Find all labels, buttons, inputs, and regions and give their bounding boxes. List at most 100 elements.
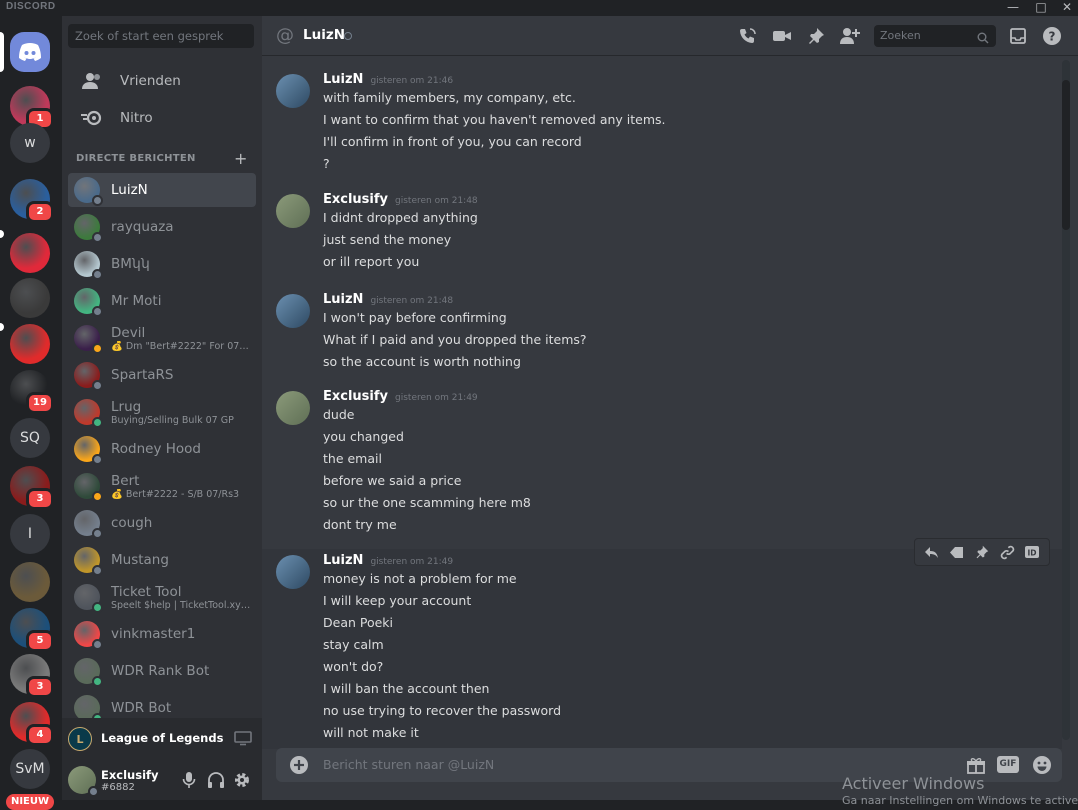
message-avatar[interactable] [276, 294, 310, 328]
server-icon[interactable]: 19 [10, 370, 54, 414]
inbox-icon[interactable] [1008, 26, 1028, 46]
dm-item[interactable]: SpartaRS [68, 358, 256, 392]
stream-icon[interactable] [234, 730, 252, 750]
dm-name: SpartaRS [111, 367, 174, 383]
dm-item[interactable]: Ticket Tool Speelt $help | TicketTool.xyz… [68, 580, 256, 614]
headphones-icon[interactable] [207, 771, 225, 793]
home-button[interactable] [10, 32, 50, 72]
chat-recipient: LuizN [303, 27, 345, 43]
message-avatar[interactable] [276, 194, 310, 228]
server-icon[interactable] [10, 233, 50, 273]
chat-scrollbar[interactable] [1062, 60, 1070, 740]
dm-name: Rodney Hood [111, 441, 201, 457]
server-icon[interactable] [10, 324, 50, 364]
new-badge[interactable]: NIEUW [6, 794, 54, 810]
dm-name: Devil [111, 324, 146, 341]
server-icon[interactable] [10, 278, 50, 318]
message-text: Dean Poeki [323, 615, 394, 630]
status-indicator [92, 676, 103, 687]
nav-friends[interactable]: Vrienden [68, 65, 256, 97]
minimize-button[interactable]: — [1002, 0, 1024, 16]
link-icon[interactable] [998, 543, 1016, 561]
dm-item[interactable]: Bert 💰 Bert#2222 - S/B 07/Rs3 [68, 469, 256, 503]
message-text: so ur the one scamming here m8 [323, 495, 531, 510]
close-button[interactable]: ✕ [1056, 0, 1078, 16]
server-icon[interactable]: SQ [10, 418, 50, 458]
user-avatar[interactable] [68, 766, 99, 797]
gif-button[interactable]: GIF [997, 756, 1019, 773]
server-icon[interactable]: 2 [10, 179, 54, 223]
settings-gear-icon[interactable] [233, 771, 251, 793]
mention-badge: 2 [26, 201, 54, 223]
dm-item[interactable]: Mr Moti [68, 284, 256, 318]
nav-nitro[interactable]: Nitro [68, 102, 256, 134]
dm-name: rayquaza [111, 219, 174, 235]
dm-custom-status: Speelt $help | TicketTool.xyz... [111, 599, 251, 611]
pin-icon[interactable] [973, 543, 991, 561]
dm-name: BMʮʮ [111, 256, 150, 272]
server-avatar [10, 324, 50, 364]
help-icon[interactable]: ? [1042, 26, 1062, 46]
mention-badge: 3 [26, 488, 54, 510]
message-group[interactable]: LuizN gisteren om 21:48 I won't pay before… [262, 288, 1062, 378]
message-avatar[interactable] [276, 391, 310, 425]
message-author[interactable]: LuizN [323, 72, 363, 87]
dm-item[interactable]: cough [68, 506, 256, 540]
pinned-messages-icon[interactable] [806, 26, 826, 46]
message-text: I won't pay before confirming [323, 310, 507, 325]
server-icon[interactable]: 3 [10, 466, 54, 510]
server-icon[interactable]: 4 [10, 702, 54, 746]
dm-item[interactable]: Rodney Hood [68, 432, 256, 466]
status-indicator [92, 380, 103, 391]
status-indicator [92, 195, 103, 206]
start-call-icon[interactable] [738, 26, 758, 46]
server-list: 1 w 2 19 SQ 3 I 5 3 4 SvM NIEUW [0, 16, 62, 810]
reply-icon[interactable] [923, 543, 941, 561]
microphone-icon[interactable] [182, 771, 196, 793]
server-icon[interactable]: w [10, 123, 50, 163]
server-icon[interactable] [10, 562, 50, 602]
status-indicator [92, 602, 103, 613]
dm-custom-status: Buying/Selling Bulk 07 GP [111, 414, 234, 426]
dm-search-input[interactable]: Zoek of start een gesprek [68, 24, 254, 48]
message-group[interactable]: LuizN gisteren om 21:46 with family member… [262, 68, 1062, 180]
message-author[interactable]: LuizN [323, 553, 363, 568]
message-avatar[interactable] [276, 555, 310, 589]
upload-plus-icon[interactable] [289, 755, 309, 779]
add-friend-to-dm-icon[interactable] [840, 26, 860, 46]
recipient-status-icon [344, 32, 352, 40]
message-group[interactable]: LuizN gisteren om 21:49 money is not a pro… [262, 549, 1062, 749]
server-icon[interactable]: SvM [10, 749, 50, 789]
dm-item[interactable]: WDR Rank Bot [68, 654, 256, 688]
message-text: I will keep your account [323, 593, 472, 608]
message-author[interactable]: LuizN [323, 292, 363, 307]
dm-item[interactable]: LuizN [68, 173, 256, 207]
maximize-button[interactable]: □ [1030, 0, 1052, 16]
dm-item[interactable]: Mustang [68, 543, 256, 577]
message-avatar[interactable] [276, 74, 310, 108]
message-author[interactable]: Exclusify [323, 192, 388, 207]
tag-icon[interactable] [948, 543, 966, 561]
server-icon[interactable]: 5 [10, 608, 54, 652]
chat-scrollbar-thumb[interactable] [1062, 80, 1070, 230]
id-icon[interactable]: ID [1023, 543, 1041, 561]
status-indicator [92, 232, 103, 243]
message-group[interactable]: Exclusify gisteren om 21:48 I didnt droppe… [262, 188, 1062, 278]
activity-panel[interactable]: L League of Legends [62, 718, 262, 760]
dm-name: cough [111, 515, 153, 531]
message-text: I'll confirm in front of you, you can re… [323, 134, 582, 149]
message-author[interactable]: Exclusify [323, 389, 388, 404]
dm-item[interactable]: vinkmaster1 [68, 617, 256, 651]
server-icon[interactable]: 1 [10, 86, 54, 130]
create-dm-button[interactable]: + [234, 149, 247, 168]
dm-item[interactable]: rayquaza [68, 210, 256, 244]
emoji-icon[interactable] [1032, 755, 1052, 779]
user-tag: #6882 [101, 782, 135, 793]
dm-item[interactable]: Lrug Buying/Selling Bulk 07 GP [68, 395, 256, 429]
dm-item[interactable]: Devil 💰 Dm "Bert#2222" For 07 ... [68, 321, 256, 355]
message-group[interactable]: Exclusify gisteren om 21:49 dude you change… [262, 385, 1062, 541]
video-call-icon[interactable] [772, 26, 792, 46]
server-icon[interactable]: I [10, 514, 50, 554]
server-icon[interactable]: 3 [10, 654, 54, 698]
dm-item[interactable]: BMʮʮ [68, 247, 256, 281]
